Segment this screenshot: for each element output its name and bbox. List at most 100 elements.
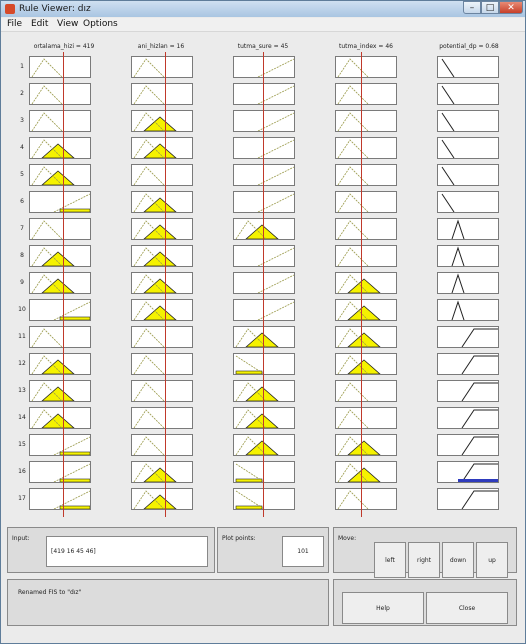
rule-membership-plot[interactable] (335, 461, 397, 483)
rule-membership-plot[interactable] (335, 380, 397, 402)
move-right-button[interactable]: right (408, 542, 440, 578)
rule-output-plot[interactable] (437, 191, 499, 213)
rule-output-plot[interactable] (437, 326, 499, 348)
rule-membership-plot[interactable] (335, 110, 397, 132)
rule-membership-plot[interactable] (131, 353, 193, 375)
rule-membership-plot[interactable] (29, 380, 91, 402)
plot-points-field[interactable]: 101 (282, 536, 324, 567)
rule-membership-plot[interactable] (29, 110, 91, 132)
rule-membership-plot[interactable] (335, 326, 397, 348)
rule-membership-plot[interactable] (131, 326, 193, 348)
rule-membership-plot[interactable] (233, 218, 295, 240)
rule-membership-plot[interactable] (131, 218, 193, 240)
move-down-button[interactable]: down (442, 542, 474, 578)
rule-output-plot[interactable] (437, 110, 499, 132)
rule-membership-plot[interactable] (335, 218, 397, 240)
rule-membership-plot[interactable] (29, 245, 91, 267)
input-index-line[interactable] (165, 52, 166, 517)
input-index-line[interactable] (63, 52, 64, 517)
rule-membership-plot[interactable] (29, 434, 91, 456)
rule-membership-plot[interactable] (335, 299, 397, 321)
rule-membership-plot[interactable] (335, 83, 397, 105)
rule-output-plot[interactable] (437, 380, 499, 402)
rule-membership-plot[interactable] (233, 164, 295, 186)
rule-membership-plot[interactable] (29, 407, 91, 429)
rule-membership-plot[interactable] (29, 326, 91, 348)
rule-membership-plot[interactable] (29, 488, 91, 510)
rule-membership-plot[interactable] (335, 191, 397, 213)
rule-membership-plot[interactable] (29, 191, 91, 213)
rule-membership-plot[interactable] (29, 137, 91, 159)
rule-output-plot[interactable] (437, 218, 499, 240)
input-index-line[interactable] (361, 52, 362, 517)
rule-output-plot[interactable] (437, 488, 499, 510)
rule-membership-plot[interactable] (131, 110, 193, 132)
rule-membership-plot[interactable] (131, 407, 193, 429)
input-field[interactable]: [419 16 45 46] (46, 536, 208, 567)
menu-file[interactable]: File (7, 18, 22, 31)
rule-membership-plot[interactable] (335, 56, 397, 78)
rule-membership-plot[interactable] (29, 461, 91, 483)
rule-output-plot[interactable] (437, 137, 499, 159)
rule-membership-plot[interactable] (335, 488, 397, 510)
rule-membership-plot[interactable] (131, 137, 193, 159)
rule-membership-plot[interactable] (29, 56, 91, 78)
rule-output-plot[interactable] (437, 407, 499, 429)
rule-membership-plot[interactable] (131, 164, 193, 186)
rule-output-plot[interactable] (437, 272, 499, 294)
menu-options[interactable]: Options (83, 18, 118, 31)
rule-output-plot[interactable] (437, 353, 499, 375)
rule-membership-plot[interactable] (29, 164, 91, 186)
rule-membership-plot[interactable] (131, 461, 193, 483)
rule-membership-plot[interactable] (233, 353, 295, 375)
rule-output-plot[interactable] (437, 164, 499, 186)
rule-membership-plot[interactable] (233, 83, 295, 105)
rule-membership-plot[interactable] (335, 434, 397, 456)
input-index-line[interactable] (263, 52, 264, 517)
help-button[interactable]: Help (342, 592, 424, 624)
rule-membership-plot[interactable] (131, 299, 193, 321)
rule-membership-plot[interactable] (29, 218, 91, 240)
rule-membership-plot[interactable] (233, 488, 295, 510)
rule-membership-plot[interactable] (29, 272, 91, 294)
rule-membership-plot[interactable] (131, 380, 193, 402)
rule-output-plot[interactable] (437, 245, 499, 267)
maximize-button[interactable]: □ (481, 1, 499, 14)
rule-membership-plot[interactable] (335, 272, 397, 294)
rule-membership-plot[interactable] (131, 56, 193, 78)
close-button[interactable]: Close (426, 592, 508, 624)
rule-membership-plot[interactable] (131, 83, 193, 105)
rule-membership-plot[interactable] (335, 245, 397, 267)
rule-membership-plot[interactable] (233, 137, 295, 159)
rule-membership-plot[interactable] (335, 137, 397, 159)
rule-membership-plot[interactable] (233, 380, 295, 402)
rule-membership-plot[interactable] (233, 434, 295, 456)
rule-membership-plot[interactable] (131, 488, 193, 510)
rule-membership-plot[interactable] (233, 191, 295, 213)
menu-view[interactable]: View (57, 18, 78, 31)
rule-membership-plot[interactable] (233, 299, 295, 321)
rule-membership-plot[interactable] (233, 272, 295, 294)
rule-membership-plot[interactable] (29, 299, 91, 321)
rule-output-plot[interactable] (437, 56, 499, 78)
menu-edit[interactable]: Edit (31, 18, 48, 31)
rule-membership-plot[interactable] (335, 353, 397, 375)
rule-output-plot[interactable] (437, 299, 499, 321)
rules-plot-area[interactable]: ortalama_hizi = 419 ani_hizlan = 16 tutma_… (1, 32, 525, 517)
rule-output-plot[interactable] (437, 461, 499, 483)
close-window-button[interactable]: ✕ (499, 1, 523, 14)
rule-membership-plot[interactable] (233, 56, 295, 78)
rule-membership-plot[interactable] (335, 164, 397, 186)
move-left-button[interactable]: left (374, 542, 406, 578)
rule-membership-plot[interactable] (233, 407, 295, 429)
rule-membership-plot[interactable] (233, 245, 295, 267)
rule-membership-plot[interactable] (131, 434, 193, 456)
rule-membership-plot[interactable] (233, 461, 295, 483)
rule-membership-plot[interactable] (131, 272, 193, 294)
rule-membership-plot[interactable] (29, 353, 91, 375)
rule-membership-plot[interactable] (233, 326, 295, 348)
rule-membership-plot[interactable] (233, 110, 295, 132)
rule-output-plot[interactable] (437, 434, 499, 456)
rule-membership-plot[interactable] (131, 245, 193, 267)
rule-membership-plot[interactable] (131, 191, 193, 213)
